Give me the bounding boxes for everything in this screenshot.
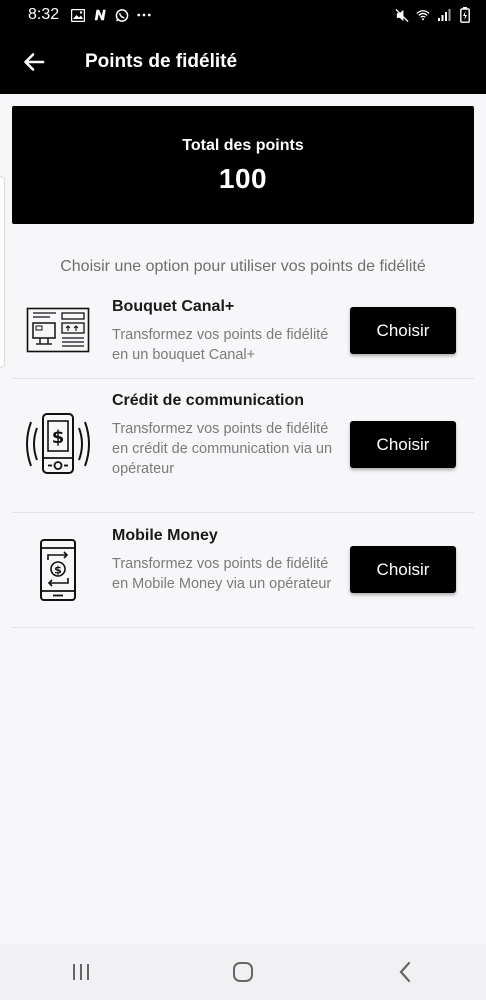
option-description: Transformez vos points de fidélité en Mo…	[112, 556, 332, 592]
svg-text:$: $	[52, 427, 65, 448]
mobile-money-icon: $	[26, 537, 90, 603]
svg-text:$: $	[54, 564, 62, 577]
whatsapp-icon	[115, 8, 129, 22]
system-nav-bar	[0, 944, 486, 1000]
choose-button-mobile-money[interactable]: Choisir	[350, 546, 456, 593]
option-description: Transformez vos points de fidélité en un…	[112, 327, 329, 363]
status-time: 8:32	[28, 6, 60, 23]
option-text: Bouquet Canal+ Transformez vos points de…	[112, 298, 337, 365]
option-bouquet-canal: Bouquet Canal+ Transformez vos points de…	[12, 290, 474, 379]
wifi-icon	[416, 8, 430, 22]
status-left: 8:32	[28, 6, 151, 24]
tv-box-icon	[26, 306, 90, 354]
option-title: Mobile Money	[112, 527, 218, 544]
signal-icon	[437, 8, 451, 22]
choose-button-bouquet-canal[interactable]: Choisir	[350, 307, 456, 354]
recents-icon	[73, 964, 89, 980]
total-points-label: Total des points	[182, 137, 304, 154]
total-points-value: 100	[218, 163, 268, 194]
arrow-left-icon	[24, 53, 45, 71]
back-nav-icon	[399, 961, 411, 983]
back-nav-button[interactable]	[375, 952, 435, 992]
option-text: Mobile Money Transformez vos points de f…	[112, 527, 337, 594]
phone-money-icon: $	[26, 411, 90, 477]
choose-button-credit-communication[interactable]: Choisir	[350, 421, 456, 468]
status-right	[395, 7, 472, 23]
option-text: Crédit de communication Transformez vos …	[112, 392, 337, 479]
status-bar: 8:32	[0, 0, 486, 30]
image-icon	[71, 8, 86, 22]
total-points-card: Total des points 100	[12, 106, 474, 224]
recents-button[interactable]	[51, 952, 111, 992]
option-credit-communication: $ Crédit de communication Transformez vo…	[12, 379, 474, 513]
option-description: Transformez vos points de fidélité en cr…	[112, 421, 333, 477]
home-icon	[233, 962, 253, 982]
option-mobile-money: $ Mobile Money Transformez vos points de…	[12, 513, 474, 628]
page-title: Points de fidélité	[85, 51, 238, 72]
option-title: Crédit de communication	[112, 392, 305, 409]
back-button[interactable]	[14, 42, 54, 82]
option-title: Bouquet Canal+	[112, 298, 235, 315]
app-bar: Points de fidélité	[0, 30, 486, 94]
battery-icon	[458, 7, 472, 23]
mute-icon	[395, 8, 409, 22]
options-subtitle: Choisir une option pour utiliser vos poi…	[60, 258, 426, 275]
home-button[interactable]	[213, 952, 273, 992]
more-dots-icon	[137, 8, 151, 22]
n-app-icon	[93, 8, 107, 22]
